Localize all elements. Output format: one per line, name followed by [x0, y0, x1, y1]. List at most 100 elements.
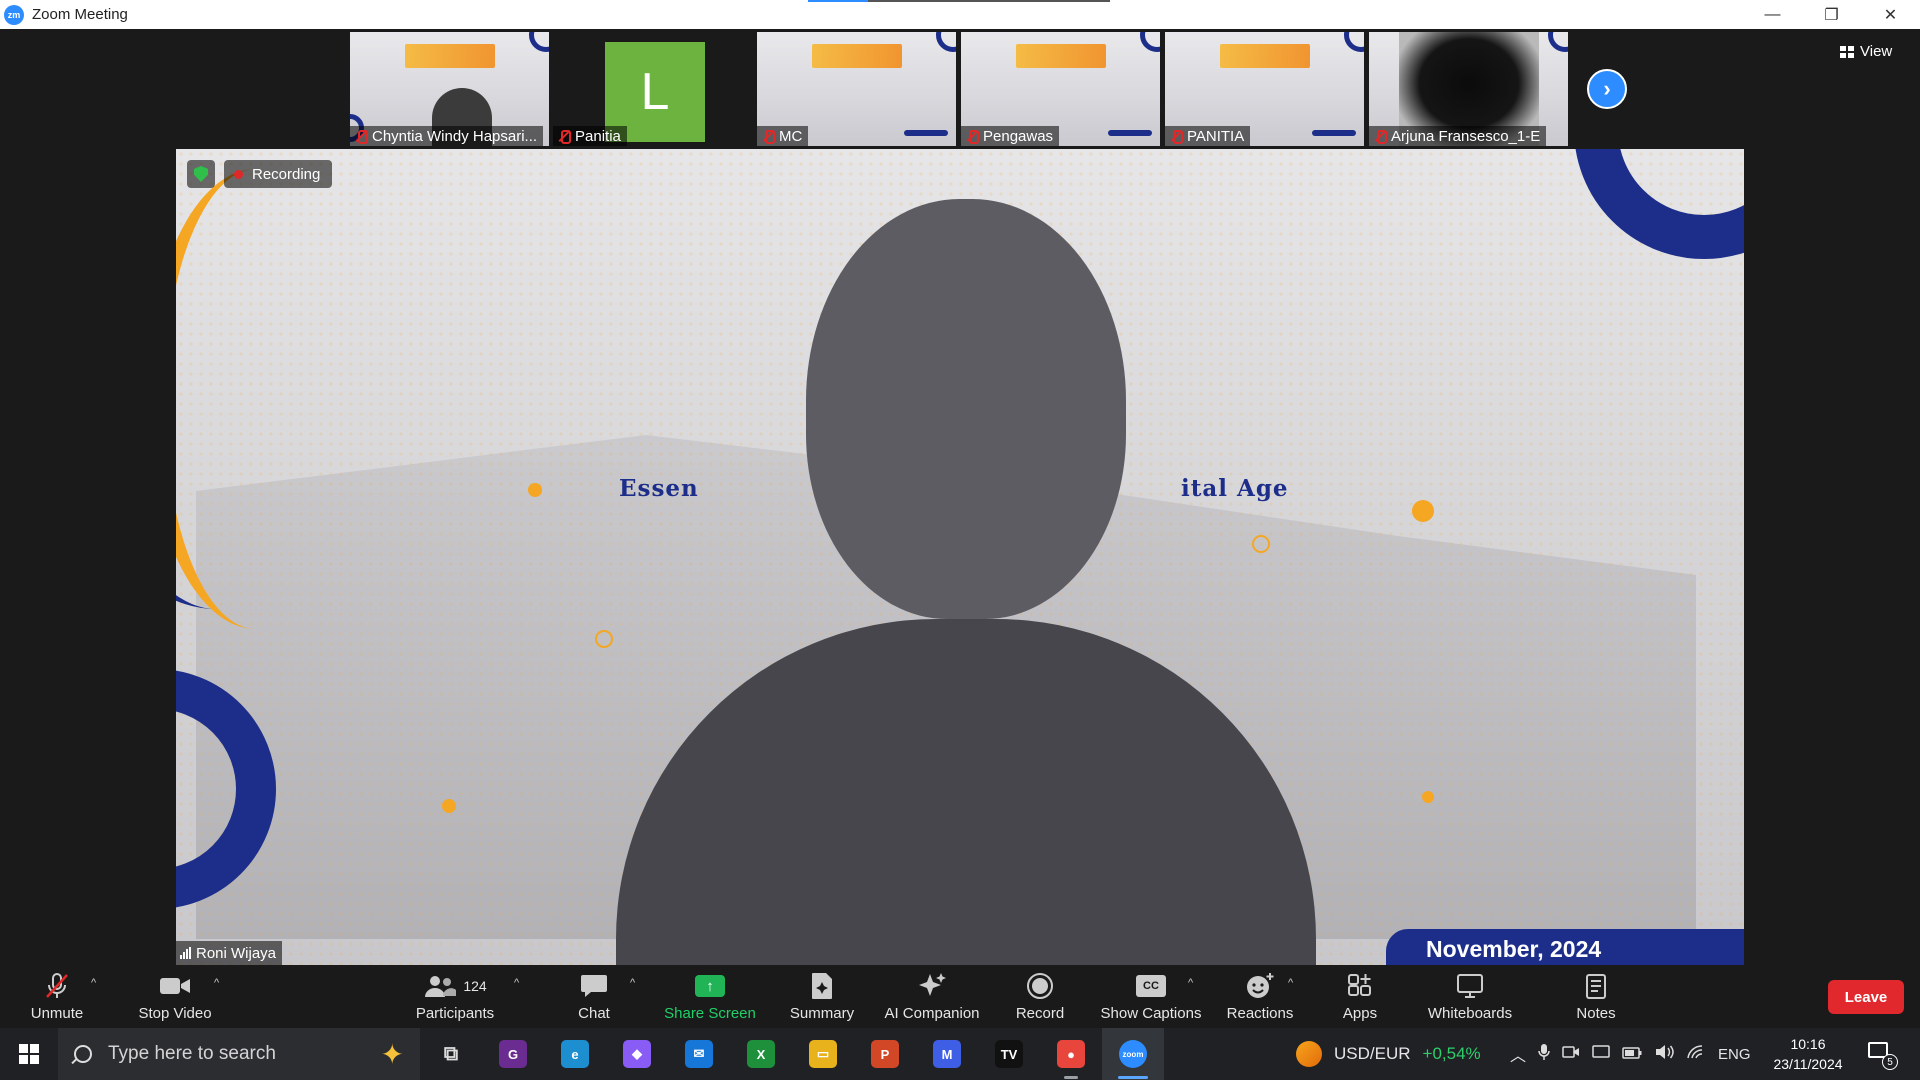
file-explorer-icon: ▭ — [809, 1040, 837, 1068]
edge-browser-icon: e — [561, 1040, 589, 1068]
chat-options-caret-icon[interactable]: ^ — [630, 977, 635, 989]
show-captions-label: Show Captions — [1100, 1005, 1202, 1022]
math-app-taskbar-button[interactable]: M — [916, 1028, 978, 1080]
participant-name: MC — [779, 127, 803, 145]
captions-icon: CC — [1135, 971, 1167, 1001]
stop-video-button[interactable]: Stop Video — [132, 965, 218, 1028]
tradingview-taskbar-button[interactable]: TV — [978, 1028, 1040, 1080]
connection-signal-icon — [180, 947, 191, 959]
video-options-caret-icon[interactable]: ^ — [214, 977, 219, 989]
video-camera-icon — [159, 971, 191, 1001]
captions-options-caret-icon[interactable]: ^ — [1188, 977, 1193, 989]
search-placeholder: Type here to search — [108, 1043, 276, 1064]
thumbnail-slide-title — [812, 44, 902, 68]
title-bar: zm Zoom Meeting — ❐ ✕ — [0, 0, 1920, 29]
chat-bubble-icon — [578, 971, 610, 1001]
recording-label: Recording — [252, 165, 321, 183]
xbox-icon: X — [747, 1040, 775, 1068]
copilot-taskbar-button[interactable]: ◆ — [606, 1028, 668, 1080]
participant-name: Panitia — [575, 127, 621, 145]
next-page-arrow-icon[interactable]: › — [1587, 69, 1627, 109]
summary-label: Summary — [789, 1005, 855, 1022]
window-title: Zoom Meeting — [32, 6, 128, 23]
participant-thumbnail[interactable]: Arjuna Fransesco_1-E — [1369, 32, 1568, 146]
taskbar-search-input[interactable]: Type here to search ✦ — [58, 1028, 420, 1080]
view-button[interactable]: View — [1840, 43, 1892, 60]
volume-icon[interactable] — [1654, 1044, 1674, 1064]
windows-logo-icon — [19, 1044, 39, 1064]
unmute-button[interactable]: Unmute — [22, 965, 92, 1028]
slide-orange-dot — [1412, 500, 1434, 522]
ai-companion-label: AI Companion — [884, 1005, 980, 1022]
grid-view-icon — [1840, 45, 1854, 58]
chrome-icon: ● — [1057, 1040, 1085, 1068]
ai-sparkle-icon — [916, 971, 948, 1001]
start-button[interactable] — [0, 1028, 58, 1080]
file-explorer-taskbar-button[interactable]: ▭ — [792, 1028, 854, 1080]
participant-thumbnail[interactable]: PANITIA — [1165, 32, 1364, 146]
minimize-button[interactable]: — — [1743, 0, 1802, 29]
ticker-change: +0,54% — [1422, 1044, 1481, 1063]
smiley-reaction-icon — [1244, 971, 1276, 1001]
share-screen-button[interactable]: ↑ Share Screen — [660, 965, 760, 1028]
participant-thumbnail[interactable]: Chyntia Windy Hapsari... — [350, 32, 549, 146]
mic-muted-icon — [965, 129, 979, 144]
reactions-button[interactable]: Reactions — [1220, 965, 1300, 1028]
recording-indicator[interactable]: Recording — [224, 160, 333, 188]
system-tray: ︿ ENG — [1510, 1028, 1751, 1080]
participants-button[interactable]: 124 Participants — [410, 965, 500, 1028]
task-view-icon: ⧉ — [443, 1042, 459, 1065]
summary-button[interactable]: Summary — [780, 965, 864, 1028]
copilot-icon: ◆ — [623, 1040, 651, 1068]
thumbnail-slide-title — [405, 44, 495, 68]
reactions-options-caret-icon[interactable]: ^ — [1288, 977, 1293, 989]
record-button[interactable]: Record — [1008, 965, 1072, 1028]
notes-button[interactable]: Notes — [1568, 965, 1624, 1028]
task-view-taskbar-button[interactable]: ⧉ — [420, 1028, 482, 1080]
zoom-taskbar-button[interactable]: zoom — [1102, 1028, 1164, 1080]
slide-orange-dot — [1422, 791, 1434, 803]
edge-browser-taskbar-button[interactable]: e — [544, 1028, 606, 1080]
notification-center-icon[interactable]: 5 — [1868, 1042, 1898, 1070]
mail-taskbar-button[interactable]: ✉ — [668, 1028, 730, 1080]
participant-thumbnail[interactable]: Pengawas — [961, 32, 1160, 146]
microphone-muted-icon — [41, 971, 73, 1001]
display-tray-icon[interactable] — [1592, 1044, 1610, 1064]
chrome-taskbar-button[interactable]: ● — [1040, 1028, 1102, 1080]
mic-muted-icon — [354, 129, 368, 144]
restore-button[interactable]: ❐ — [1802, 0, 1861, 29]
participant-thumbnail-strip: Chyntia Windy Hapsari... L Panitia MC Pe… — [0, 29, 1920, 149]
show-captions-button[interactable]: CC Show Captions — [1096, 965, 1206, 1028]
leave-button[interactable]: Leave — [1828, 980, 1904, 1014]
show-hidden-icons-chevron-icon[interactable]: ︿ — [1510, 1042, 1526, 1066]
chat-label: Chat — [578, 1005, 610, 1022]
audio-options-caret-icon[interactable]: ^ — [91, 977, 96, 989]
camera-tray-icon[interactable] — [1562, 1044, 1580, 1064]
wifi-icon[interactable] — [1686, 1044, 1706, 1064]
battery-icon[interactable] — [1622, 1046, 1642, 1063]
pdf-app-icon: G — [499, 1040, 527, 1068]
notes-label: Notes — [1576, 1005, 1616, 1022]
ticker-pair: USD/EUR — [1334, 1044, 1411, 1063]
title-drag-indicator[interactable] — [808, 0, 1110, 2]
whiteboards-button[interactable]: Whiteboards — [1420, 965, 1520, 1028]
security-shield-icon[interactable] — [187, 160, 215, 188]
participant-thumbnail[interactable]: L Panitia — [553, 32, 752, 146]
taskbar-clock[interactable]: 10:16 23/11/2024 — [1768, 1034, 1848, 1074]
mic-muted-icon — [761, 129, 775, 144]
recording-dot-icon — [234, 169, 243, 179]
pdf-app-taskbar-button[interactable]: G — [482, 1028, 544, 1080]
xbox-taskbar-button[interactable]: X — [730, 1028, 792, 1080]
close-button[interactable]: ✕ — [1861, 0, 1920, 29]
microphone-tray-icon[interactable] — [1538, 1043, 1550, 1065]
participant-thumbnail[interactable]: MC — [757, 32, 956, 146]
weather-ticker-widget[interactable]: USD/EUR +0,54% — [1296, 1028, 1481, 1080]
powerpoint-taskbar-button[interactable]: P — [854, 1028, 916, 1080]
mic-muted-icon — [1373, 129, 1387, 144]
chat-button[interactable]: Chat — [564, 965, 624, 1028]
participants-options-caret-icon[interactable]: ^ — [514, 977, 519, 989]
input-language[interactable]: ENG — [1718, 1046, 1751, 1063]
notes-icon — [1580, 971, 1612, 1001]
apps-button[interactable]: Apps — [1330, 965, 1390, 1028]
ai-companion-button[interactable]: AI Companion — [876, 965, 988, 1028]
